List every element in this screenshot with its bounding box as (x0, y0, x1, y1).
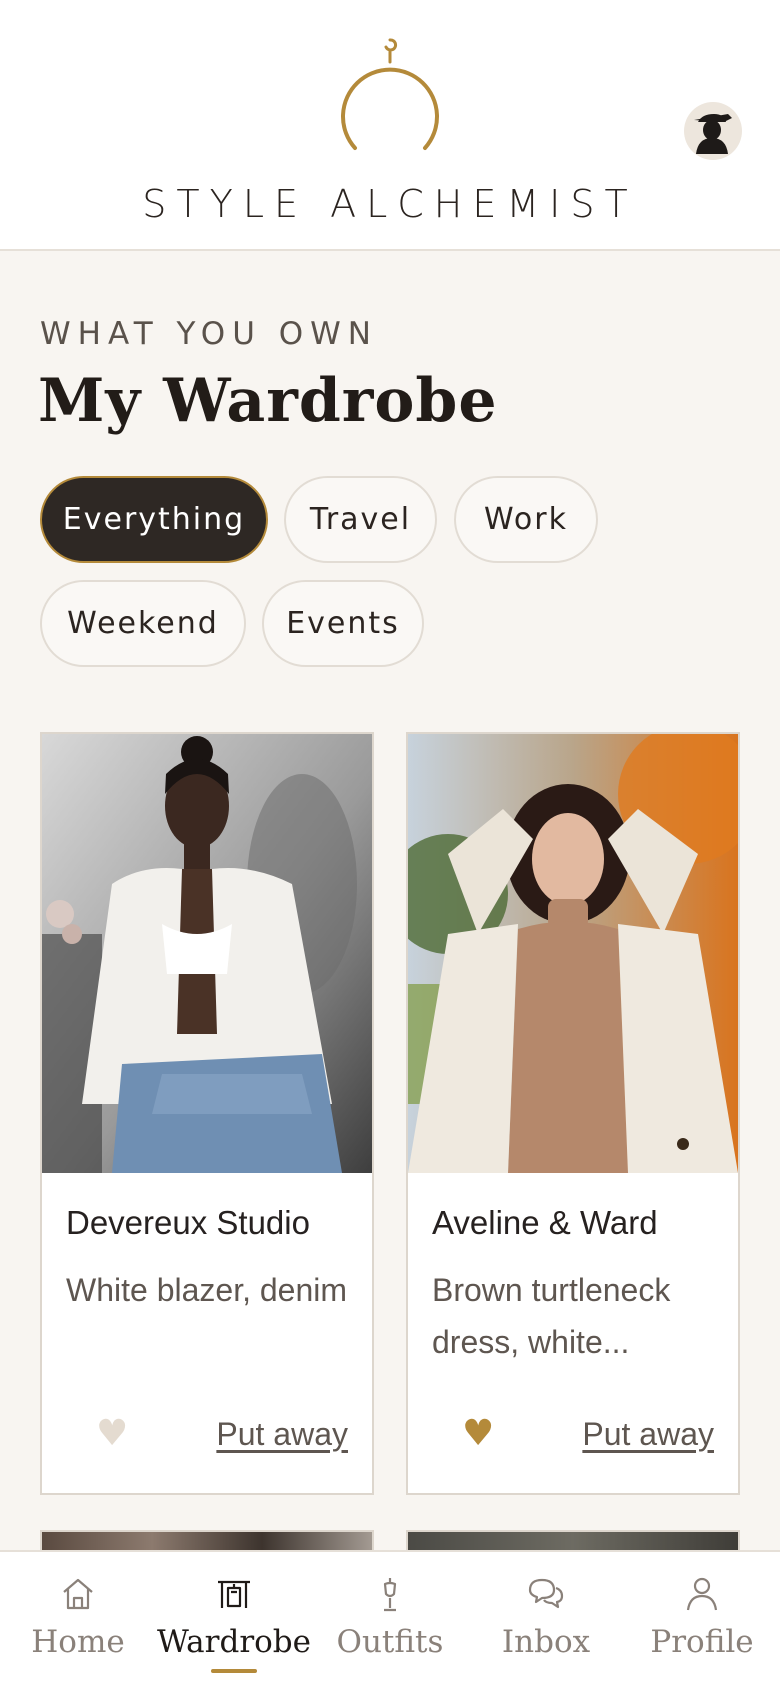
bottom-navigation: Home Wardrobe Outfits Inbox Profile (0, 1550, 780, 1688)
nav-label: Wardrobe (157, 1624, 311, 1660)
filter-chip-work[interactable]: Work (454, 476, 598, 563)
page-title: My Wardrobe (38, 366, 498, 436)
nav-label: Inbox (501, 1624, 591, 1660)
home-icon (63, 1578, 93, 1610)
wardrobe-icon (218, 1580, 250, 1608)
outfit-photo (408, 734, 738, 1173)
nav-item-wardrobe[interactable]: Wardrobe (156, 1552, 312, 1688)
nav-label: Outfits (336, 1624, 444, 1660)
favorite-heart-icon[interactable]: ♥ (96, 1414, 128, 1454)
favorite-heart-icon[interactable]: ♥ (462, 1414, 494, 1454)
card-description: Brown turtleneck dress, white... (432, 1272, 671, 1360)
active-indicator (211, 1669, 257, 1673)
put-away-link[interactable]: Put away (582, 1416, 714, 1453)
user-silhouette-icon (694, 114, 732, 154)
wardrobe-screen: STYLE ALCHEMIST WHAT YOU OWN My Wardrobe… (0, 0, 780, 1688)
person-icon (686, 1577, 718, 1611)
mannequin-icon (383, 1578, 397, 1612)
outfit-photo (42, 734, 372, 1173)
section-eyebrow: WHAT YOU OWN (40, 316, 378, 352)
nav-item-home[interactable]: Home (0, 1552, 156, 1688)
wardrobe-card[interactable]: Devereux Studio White blazer, denim ♥ Pu… (40, 732, 374, 1495)
app-header: STYLE ALCHEMIST (0, 0, 780, 251)
wardrobe-card[interactable]: Aveline & Ward Brown turtleneck dress, w… (406, 732, 740, 1495)
filter-chip-weekend[interactable]: Weekend (40, 580, 246, 667)
nav-label: Profile (650, 1624, 754, 1660)
card-description: White blazer, denim (66, 1272, 348, 1308)
nav-label: Home (31, 1624, 125, 1660)
hanger-ring-logo-icon (341, 38, 439, 150)
nav-item-profile[interactable]: Profile (624, 1552, 780, 1688)
put-away-link[interactable]: Put away (216, 1416, 348, 1453)
card-brand: Devereux Studio (66, 1204, 310, 1241)
filter-chip-events[interactable]: Events (262, 580, 424, 667)
filter-chip-everything[interactable]: Everything (40, 476, 268, 563)
card-brand: Aveline & Ward (432, 1204, 658, 1241)
chat-bubbles-icon (528, 1578, 564, 1609)
brand-wordmark: STYLE ALCHEMIST (142, 182, 638, 226)
avatar[interactable] (684, 102, 742, 160)
filter-chip-travel[interactable]: Travel (284, 476, 437, 563)
nav-item-inbox[interactable]: Inbox (468, 1552, 624, 1688)
nav-item-outfits[interactable]: Outfits (312, 1552, 468, 1688)
